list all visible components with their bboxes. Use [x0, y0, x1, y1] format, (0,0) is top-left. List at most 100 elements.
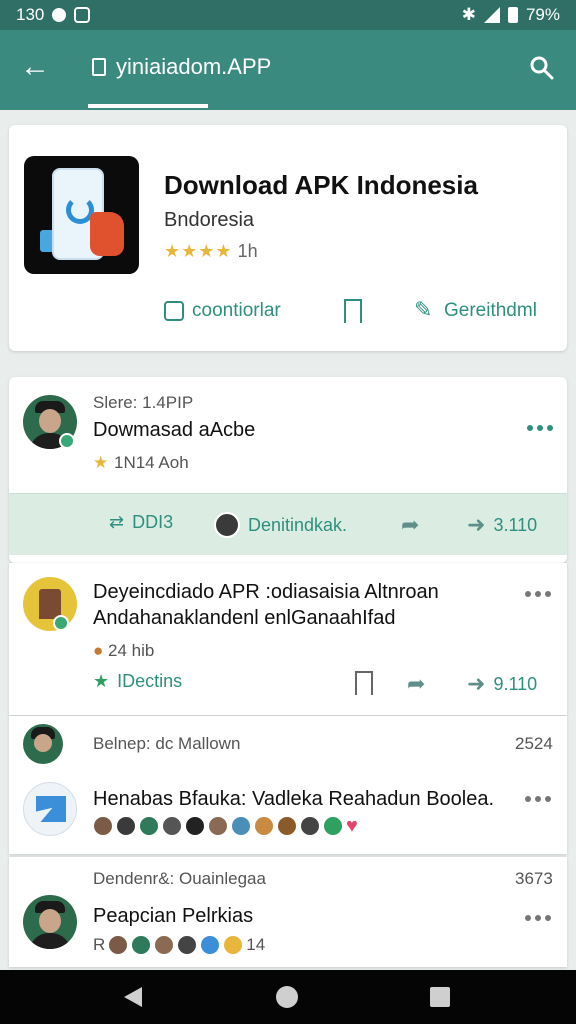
more-options-icon[interactable] — [525, 591, 553, 599]
post-card-2[interactable]: Deyeincdiado APR :odiasaisia Altnroan An… — [9, 563, 567, 715]
tag-chip[interactable]: ★ IDectins — [93, 671, 182, 692]
pin-icon: ✎ — [414, 297, 433, 322]
nav-back-icon[interactable] — [124, 987, 142, 1007]
mini-avatar — [214, 512, 240, 538]
app-icon[interactable] — [24, 156, 139, 274]
get-label: Gereithdml — [444, 300, 537, 321]
forward-icon: ➜ — [467, 512, 486, 537]
continue-button[interactable]: coontiorlar — [164, 300, 281, 322]
repost-button[interactable]: ⇄ DDI3 — [109, 512, 173, 533]
heart-icon: ♥ — [346, 815, 358, 837]
user-chip[interactable]: Denitindkak. — [214, 512, 347, 538]
post-count-text: 24 hib — [108, 641, 155, 660]
app-bar-title: yiniaiadom.APP — [116, 54, 272, 79]
post-rating-text: 1N14 Aoh — [113, 453, 189, 472]
more-options-icon[interactable] — [525, 796, 553, 804]
reacts-prefix: R — [93, 935, 106, 954]
reaction-avatar — [200, 935, 221, 955]
reactions-row[interactable]: ♥ — [93, 816, 366, 836]
star-icon: ★ — [93, 671, 110, 691]
person-box-icon — [164, 301, 184, 321]
post-title: Peapcian Pelrkias — [93, 905, 254, 927]
small-avatar[interactable] — [23, 724, 63, 764]
document-icon — [92, 58, 106, 76]
post-title-line1: Deyeincdiado APR :odiasaisia Altnroan — [93, 581, 439, 603]
avatar-suit — [29, 933, 71, 949]
more-options-icon[interactable] — [527, 425, 555, 433]
brand-logo[interactable] — [23, 782, 77, 836]
share-button[interactable]: ➦ — [401, 512, 419, 538]
app-card: Download APK Indonesia Bndoresia ★★★★ 1h… — [9, 125, 567, 351]
avatar-face — [34, 734, 52, 752]
repost-label: DDI3 — [132, 512, 174, 532]
reaction-avatar — [185, 816, 205, 836]
app-rating: ★★★★ 1h — [164, 241, 258, 262]
avatar-face — [39, 409, 61, 433]
bookmark-button[interactable] — [355, 671, 373, 695]
forward-button[interactable]: ➜ 9.110 — [467, 671, 537, 697]
tag-label: IDectins — [117, 671, 183, 691]
share-icon: ➦ — [401, 512, 420, 537]
reaction-avatar — [277, 816, 297, 836]
reaction-avatar — [223, 935, 244, 955]
post-meta: Dendenr&: Ouainlegaa — [93, 869, 266, 888]
star-icon: ★ — [93, 453, 110, 472]
post-title: Henabas Bfauka: Vadleka Reahadun Boolea. — [93, 788, 495, 810]
nav-recents-icon[interactable] — [430, 987, 450, 1007]
app-notification-icon — [74, 7, 91, 23]
post-count: ● 24 hib — [93, 641, 154, 661]
system-nav-bar — [0, 970, 576, 1024]
reaction-avatar — [93, 816, 113, 836]
app-bar-title-tab[interactable]: yiniaiadom.APP — [92, 54, 271, 80]
back-arrow-icon[interactable]: ← — [20, 52, 52, 84]
reactions-row[interactable]: R 14 — [93, 935, 265, 955]
post-card-4[interactable]: Dendenr&: Ouainlegaa 3673 Peapcian Pelrk… — [9, 857, 567, 967]
bookmark-button[interactable] — [344, 299, 362, 323]
notification-icon — [52, 8, 67, 22]
post-meta: Slere: 1.4PIP — [93, 393, 194, 412]
bluetooth-icon: ✱ — [461, 5, 476, 24]
logo-mark — [36, 796, 66, 822]
verified-icon — [53, 615, 69, 631]
forward-button[interactable]: ➜ 3.110 — [467, 512, 537, 538]
search-icon[interactable] — [528, 54, 556, 82]
bookmark-icon — [355, 671, 373, 695]
nav-home-icon[interactable] — [276, 986, 298, 1008]
reaction-avatar — [231, 816, 251, 836]
active-tab-indicator — [88, 104, 208, 108]
app-icon-hand — [90, 212, 124, 256]
signal-icon — [483, 7, 500, 23]
badge-icon: ● — [93, 641, 104, 660]
post-count: 2524 — [515, 734, 553, 753]
share-button[interactable]: ➦ — [407, 671, 425, 697]
app-bar: ← yiniaiadom.APP — [0, 30, 576, 110]
more-options-icon[interactable] — [525, 915, 553, 923]
post-rating: ★ 1N14 Aoh — [93, 453, 189, 473]
post-title-line2: Andahanaklandenl enlGanaahIfad — [93, 607, 396, 629]
battery-icon — [507, 7, 518, 23]
user-chip-label: Denitindkak. — [248, 514, 348, 535]
reaction-avatar — [139, 816, 159, 836]
reaction-avatar — [154, 935, 175, 955]
reaction-avatar — [208, 816, 228, 836]
reaction-avatar — [116, 816, 136, 836]
reaction-avatar — [177, 935, 198, 955]
forward-icon: ➜ — [467, 671, 486, 696]
reaction-avatar — [108, 935, 129, 955]
status-time: 130 — [16, 5, 45, 24]
app-title: Download APK Indonesia — [164, 170, 478, 200]
rating-count: 1h — [237, 241, 258, 261]
post-title: Dowmasad aAcbe — [93, 419, 256, 441]
get-button[interactable]: ✎ Gereithdml — [414, 297, 537, 322]
post-meta: Belnep: dc Mallown — [93, 734, 241, 753]
status-bar: 130 ✱ 79% — [0, 0, 576, 30]
reaction-avatar — [162, 816, 182, 836]
verified-icon — [59, 433, 75, 449]
reaction-avatar — [323, 816, 343, 836]
reaction-avatar — [131, 935, 152, 955]
forward-count: 3.110 — [493, 514, 538, 535]
post-card-3[interactable]: Belnep: dc Mallown 2524 Henabas Bfauka: … — [9, 716, 567, 854]
reaction-avatar — [300, 816, 320, 836]
avatar[interactable] — [23, 895, 77, 949]
post-card-1[interactable]: Slere: 1.4PIP Dowmasad aAcbe ★ 1N14 Aoh … — [9, 377, 567, 563]
